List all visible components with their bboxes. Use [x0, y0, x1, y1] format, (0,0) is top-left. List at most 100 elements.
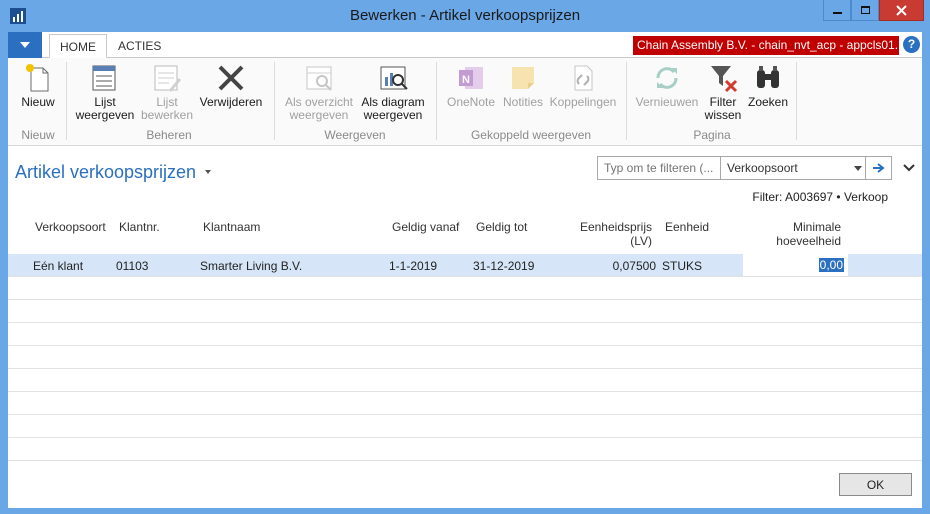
links-button[interactable]: Koppelingen [548, 62, 618, 109]
edit-list-button[interactable]: Lijst bewerken [138, 62, 196, 122]
cell-verkoopsoort[interactable]: Eén klant [33, 259, 83, 273]
col-header-eenheidsprijs-1: Eenheidsprijs [579, 220, 652, 234]
company-banner[interactable]: Chain Assembly B.V. - chain_nvt_acp - ap… [633, 36, 899, 55]
find-button[interactable]: Zoeken [746, 62, 790, 109]
col-header-geldig-vanaf[interactable]: Geldig vanaf [392, 220, 459, 234]
group-label-weergeven: Weergeven [324, 128, 386, 142]
minimize-icon [832, 12, 842, 14]
cell-eenheid[interactable]: STUKS [662, 259, 702, 273]
group-separator [796, 62, 797, 140]
cell-eenheidsprijs[interactable]: 0,07500 [568, 259, 656, 273]
close-button[interactable] [879, 0, 924, 21]
show-list-label-2: weergeven [75, 108, 135, 122]
group-separator [626, 62, 627, 140]
maximize-icon [860, 6, 870, 14]
group-label-nieuw: Nieuw [21, 128, 55, 142]
cell-klantnr[interactable]: 01103 [116, 259, 148, 273]
window-title: Bewerken - Artikel verkoopsprijzen [349, 7, 581, 24]
application-menu-button[interactable] [8, 32, 42, 58]
maximize-button[interactable] [851, 0, 879, 21]
col-header-eenheidsprijs-2: (LV) [630, 234, 652, 248]
client-area: HOME ACTIES Chain Assembly B.V. - chain_… [8, 32, 922, 508]
title-bar[interactable]: Bewerken - Artikel verkoopsprijzen [0, 0, 930, 32]
ok-button[interactable]: OK [839, 473, 912, 496]
table-row-empty[interactable] [8, 346, 922, 369]
group-separator [274, 62, 275, 140]
find-label: Zoeken [747, 95, 789, 109]
overview-icon [306, 66, 332, 91]
chevron-down-icon [20, 42, 30, 48]
filter-field-value: Verkoopsoort [727, 161, 798, 175]
overview-label-2: weergeven [289, 108, 349, 122]
clear-filter-label-1: Filter [709, 95, 737, 109]
col-header-minimale-hoeveelheid[interactable]: Minimale hoeveelheid [748, 220, 841, 248]
delete-x-icon [218, 65, 244, 91]
help-button[interactable]: ? [903, 36, 920, 53]
refresh-label: Vernieuwen [635, 95, 699, 109]
binoculars-icon [757, 66, 779, 88]
page-title[interactable]: Artikel verkoopsprijzen [15, 162, 196, 183]
col-header-geldig-tot[interactable]: Geldig tot [476, 220, 527, 234]
onenote-label: OneNote [446, 95, 496, 109]
refresh-button[interactable]: Vernieuwen [634, 62, 700, 109]
new-document-icon [26, 64, 49, 92]
caret-down-icon[interactable] [205, 170, 211, 174]
filter-clear-icon [711, 66, 738, 93]
refresh-icon [656, 67, 678, 89]
show-as-overview-button[interactable]: Als overzicht weergeven [282, 62, 356, 122]
col-header-minimale-1: Minimale [792, 220, 841, 234]
col-header-verkoopsoort[interactable]: Verkoopsoort [35, 220, 106, 234]
cell-geldig-vanaf[interactable]: 1-1-2019 [389, 259, 437, 273]
filter-summary: Filter: A003697 • Verkoop [752, 190, 888, 204]
link-document-icon [574, 65, 593, 91]
cell-geldig-tot[interactable]: 31-12-2019 [473, 259, 534, 273]
table-row-empty[interactable] [8, 300, 922, 323]
window: Bewerken - Artikel verkoopsprijzen HOME … [0, 0, 930, 514]
links-label: Koppelingen [549, 95, 617, 109]
table-row[interactable]: Eén klant 01103 Smarter Living B.V. 1-1-… [8, 254, 922, 277]
notes-button[interactable]: Notities [500, 62, 546, 109]
group-separator [66, 62, 67, 140]
filter-field-select[interactable]: Verkoopsoort [722, 157, 868, 179]
table-row-empty[interactable] [8, 392, 922, 415]
col-header-eenheid[interactable]: Eenheid [665, 220, 709, 234]
onenote-button[interactable]: N OneNote [444, 62, 498, 109]
chart-icon [380, 66, 408, 90]
col-header-klantnaam[interactable]: Klantnaam [203, 220, 260, 234]
group-label-beheren: Beheren [146, 128, 192, 142]
group-label-pagina: Pagina [693, 128, 731, 142]
group-separator [436, 62, 437, 140]
table-row-empty[interactable] [8, 369, 922, 392]
notes-label: Notities [502, 95, 543, 109]
cell-minimale-hoeveelheid[interactable]: 0,00 [818, 258, 844, 272]
minimize-button[interactable] [823, 0, 851, 21]
cell-minimale-hoeveelheid-editor[interactable]: 0,00 [743, 254, 848, 276]
filter-input[interactable] [598, 157, 721, 179]
tab-home[interactable]: HOME [49, 34, 107, 58]
col-header-klantnr[interactable]: Klantnr. [119, 220, 160, 234]
table-row-empty[interactable] [8, 323, 922, 346]
cell-klantnaam[interactable]: Smarter Living B.V. [200, 259, 302, 273]
col-header-eenheidsprijs[interactable]: Eenheidsprijs (LV) [568, 220, 652, 248]
apply-filter-button[interactable] [865, 156, 892, 180]
svg-text:N: N [462, 74, 470, 86]
clear-filter-label-2: wissen [704, 108, 742, 122]
table-row-empty[interactable] [8, 415, 922, 438]
collapse-chevron-icon[interactable] [903, 162, 915, 174]
chevron-down-icon [854, 166, 862, 171]
overview-label-1: Als overzicht [284, 95, 354, 109]
edit-list-label-1: Lijst [156, 95, 178, 109]
note-icon [512, 67, 534, 89]
edit-list-icon [154, 65, 181, 92]
clear-filter-button[interactable]: Filter wissen [702, 62, 744, 122]
show-list-button[interactable]: Lijst weergeven [74, 62, 136, 122]
table-row-empty[interactable] [8, 277, 922, 300]
show-list-label-1: Lijst [94, 95, 116, 109]
delete-button-label: Verwijderen [199, 95, 263, 109]
delete-button[interactable]: Verwijderen [198, 62, 264, 109]
table-row-empty[interactable] [8, 438, 922, 461]
new-button[interactable]: Nieuw [14, 62, 62, 109]
ribbon: Nieuw Nieuw Lijst weergeven Lijst bewerk… [8, 58, 922, 146]
show-as-chart-button[interactable]: Als diagram weergeven [358, 62, 428, 122]
tab-acties[interactable]: ACTIES [108, 34, 171, 58]
